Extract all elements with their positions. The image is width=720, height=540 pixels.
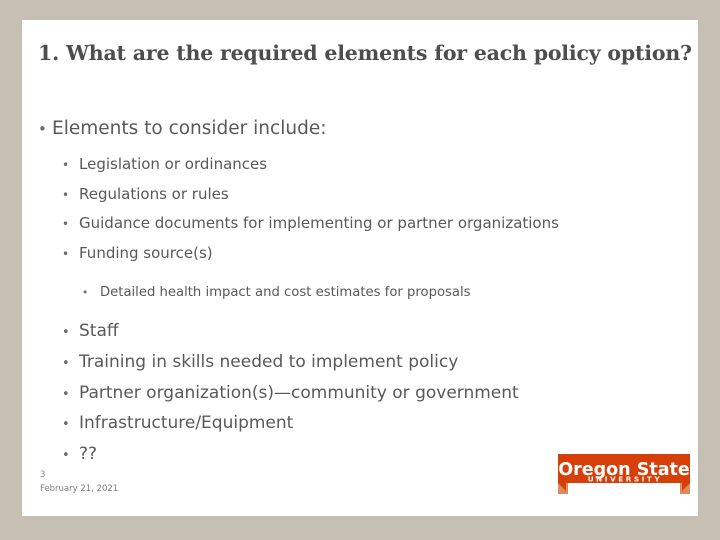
list-item: • Partner organization(s)—community or g… [38, 379, 688, 410]
list-item-label: Staff [79, 321, 119, 342]
oregon-state-logo: Oregon State UNIVERSITY [558, 450, 690, 502]
bullet-list: • Elements to consider include: • Legisl… [38, 116, 688, 470]
list-item: • Funding source(s) [38, 239, 688, 269]
bullet-icon: • [62, 187, 70, 202]
bullet-icon: • [62, 386, 70, 402]
slide-footer: 3 February 21, 2021 [40, 468, 118, 496]
slide-canvas: 1. What are the required elements for ea… [22, 20, 698, 516]
bullet-icon: • [62, 325, 70, 341]
bullet-icon: • [62, 217, 70, 232]
list-item-label: Funding source(s) [79, 243, 213, 262]
list-item: • Legislation or ordinances [38, 150, 688, 180]
slide-date: February 21, 2021 [40, 484, 119, 494]
list-item: • Detailed health impact and cost estima… [38, 280, 688, 306]
logo-subtext: UNIVERSITY [588, 475, 663, 484]
list-item: • Infrastructure/Equipment [38, 409, 688, 440]
list-item-label: Regulations or rules [79, 184, 229, 203]
bullet-icon: • [62, 158, 70, 172]
bullet-icon: • [82, 287, 89, 300]
slide-number: 3 [40, 470, 46, 480]
slide-frame: 1. What are the required elements for ea… [0, 0, 720, 540]
list-item: • Elements to consider include: [38, 116, 688, 142]
bullet-icon: • [38, 120, 47, 138]
bullet-icon: • [62, 417, 70, 433]
list-item-label: Guidance documents for implementing or p… [79, 214, 559, 233]
list-item-label: Detailed health impact and cost estimate… [100, 285, 471, 301]
page-title: 1. What are the required elements for ea… [38, 41, 692, 65]
list-item-label: Training in skills needed to implement p… [79, 351, 459, 372]
bullet-icon: • [62, 355, 70, 371]
list-item: • Staff [38, 317, 688, 348]
list-item-label: Partner organization(s)—community or gov… [79, 382, 519, 403]
list-item: • Regulations or rules [38, 180, 688, 210]
list-item: • Training in skills needed to implement… [38, 348, 688, 379]
list-item: • Guidance documents for implementing or… [38, 209, 688, 239]
list-item-label: Legislation or ordinances [79, 155, 268, 173]
list-item-label: Elements to consider include: [52, 118, 327, 139]
bullet-icon: • [62, 447, 70, 463]
list-item-label: Infrastructure/Equipment [79, 413, 294, 434]
bullet-icon: • [62, 246, 70, 261]
